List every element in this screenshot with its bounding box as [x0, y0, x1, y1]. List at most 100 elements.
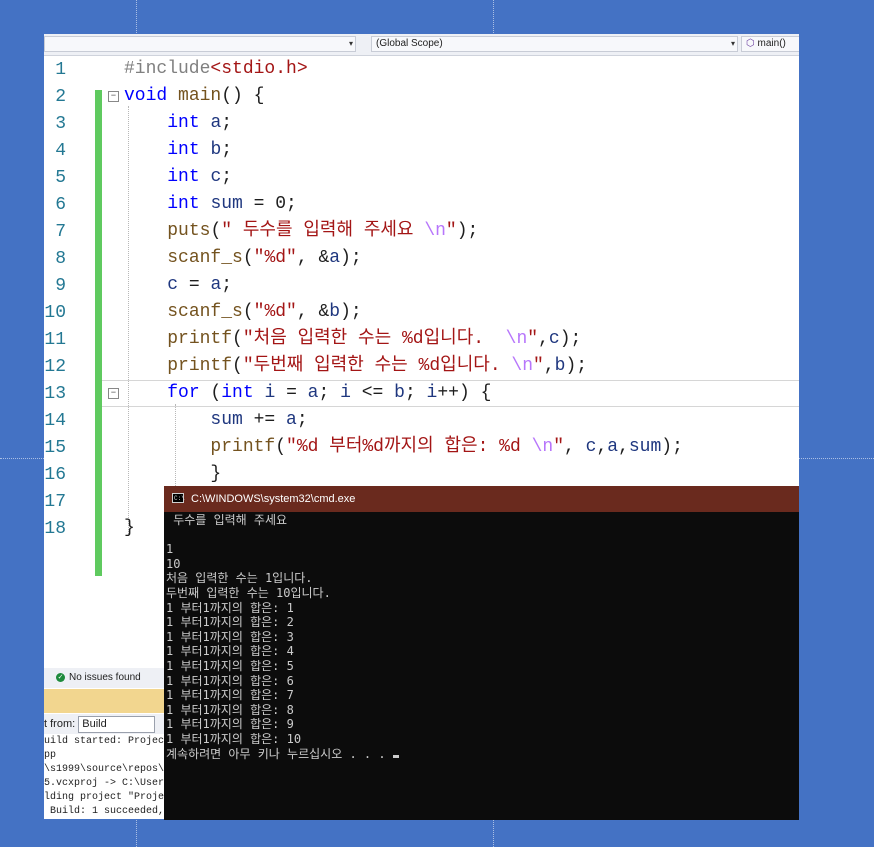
code-token: b: [554, 356, 566, 376]
project-dropdown[interactable]: ▾: [44, 36, 356, 52]
code-token: ;: [221, 167, 233, 187]
code-line[interactable]: int c;: [124, 164, 232, 191]
line-number: 2: [55, 87, 66, 107]
code-token: " 두수를 입력해 주세요: [221, 221, 425, 241]
member-dropdown[interactable]: ⬡ main(): [741, 36, 799, 52]
code-token: b: [329, 302, 341, 322]
code-token: }: [124, 518, 135, 538]
code-token: );: [559, 329, 582, 349]
chevron-down-icon: ▾: [730, 39, 735, 48]
code-token: i: [426, 383, 438, 403]
code-line[interactable]: c = a;: [124, 272, 232, 299]
line-number: 14: [44, 411, 66, 431]
code-token: a: [210, 275, 222, 295]
code-token: c: [210, 167, 222, 187]
output-log-line: \s1999\source\repos\Pr: [44, 764, 177, 775]
code-token: "두번째 입력한 수는 %d입니다.: [242, 356, 512, 376]
code-token: , &: [296, 302, 330, 322]
code-token: i: [264, 383, 276, 403]
code-token: int: [167, 140, 200, 160]
code-token: ": [533, 356, 544, 376]
code-line[interactable]: #include<stdio.h>: [124, 56, 308, 83]
code-token: \n: [505, 329, 528, 349]
code-line[interactable]: sum += a;: [124, 407, 307, 434]
code-token: , &: [296, 248, 330, 268]
line-number: 8: [55, 249, 66, 269]
line-number: 16: [44, 465, 66, 485]
code-token: scanf_s: [167, 302, 243, 322]
code-token: #include: [124, 59, 211, 79]
code-line[interactable]: puts(" 두수를 입력해 주세요 \n");: [124, 218, 478, 245]
code-token: ,: [538, 329, 549, 349]
scope-dropdown[interactable]: (Global Scope) ▾: [371, 36, 738, 52]
code-line[interactable]: scanf_s("%d", &b);: [124, 299, 361, 326]
code-token: sum: [628, 437, 662, 457]
code-token: "%d": [253, 248, 297, 268]
code-line[interactable]: }: [124, 515, 135, 542]
issues-status[interactable]: No issues found: [69, 672, 141, 683]
fold-toggle-icon[interactable]: −: [108, 91, 119, 102]
code-token: sum: [210, 410, 243, 430]
code-token: <stdio.h>: [210, 59, 308, 79]
show-output-label: t from:: [44, 718, 76, 730]
code-token: \n: [531, 437, 554, 457]
line-number: 15: [44, 438, 66, 458]
fold-toggle-icon[interactable]: −: [108, 388, 119, 399]
code-line[interactable]: int b;: [124, 137, 232, 164]
code-line[interactable]: printf("%d 부터%d까지의 합은: %d \n", c,a,sum);: [124, 434, 682, 461]
code-token: );: [456, 221, 479, 241]
code-line[interactable]: int a;: [124, 110, 232, 137]
output-source-select[interactable]: Build: [78, 715, 156, 733]
line-number: 1: [55, 60, 66, 80]
code-token: puts: [167, 221, 211, 241]
code-token: ;: [221, 140, 233, 160]
line-number: 11: [44, 330, 66, 350]
text-cursor: [392, 754, 399, 758]
console-line: 계속하려면 아무 키나 누르십시오 . . .: [166, 747, 399, 762]
code-token: (: [242, 248, 254, 268]
code-token: );: [565, 356, 588, 376]
code-line[interactable]: scanf_s("%d", &a);: [124, 245, 362, 272]
output-log-line: pp: [44, 750, 57, 761]
code-token: "%d": [253, 302, 297, 322]
code-token: );: [340, 248, 362, 268]
code-token: (: [199, 383, 222, 403]
console-line: 1 부터1까지의 합은: 5: [166, 658, 294, 673]
line-number: 4: [55, 141, 66, 161]
code-token: printf: [167, 356, 233, 376]
code-line[interactable]: void main() {: [124, 83, 264, 110]
code-token: i: [340, 383, 351, 403]
line-number: 12: [44, 357, 66, 377]
code-line[interactable]: }: [124, 461, 221, 488]
console-app-icon: C:\: [172, 493, 185, 503]
console-line: 1 부터1까지의 합은: 3: [166, 629, 294, 644]
line-number: 17: [44, 492, 66, 512]
output-log-line: uild started: Project: [44, 736, 171, 747]
console-title-bar[interactable]: C:\ C:\WINDOWS\system32\cmd.exe: [164, 486, 799, 512]
console-line: 1 부터1까지의 합은: 7: [166, 688, 294, 703]
code-token: ;: [404, 383, 427, 403]
line-number: 7: [55, 222, 66, 242]
console-window: C:\ C:\WINDOWS\system32\cmd.exe 두수를 입력해 …: [164, 486, 799, 820]
code-token: ,: [596, 437, 608, 457]
output-panel-title: [44, 689, 184, 713]
code-token: a: [307, 383, 319, 403]
line-number: 9: [55, 276, 66, 296]
code-token: (: [242, 302, 254, 322]
code-line[interactable]: printf("두번째 입력한 수는 %d입니다. \n",b);: [124, 353, 587, 380]
code-token: (: [275, 437, 287, 457]
code-line[interactable]: for (int i = a; i <= b; i++) {: [124, 380, 491, 407]
code-token: = 0;: [242, 194, 297, 214]
code-token: +=: [242, 410, 287, 430]
console-line: 1 부터1까지의 합은: 6: [166, 673, 294, 688]
code-line[interactable]: int sum = 0;: [124, 191, 297, 218]
code-line[interactable]: printf("처음 입력한 수는 %d입니다. \n",c);: [124, 326, 581, 353]
